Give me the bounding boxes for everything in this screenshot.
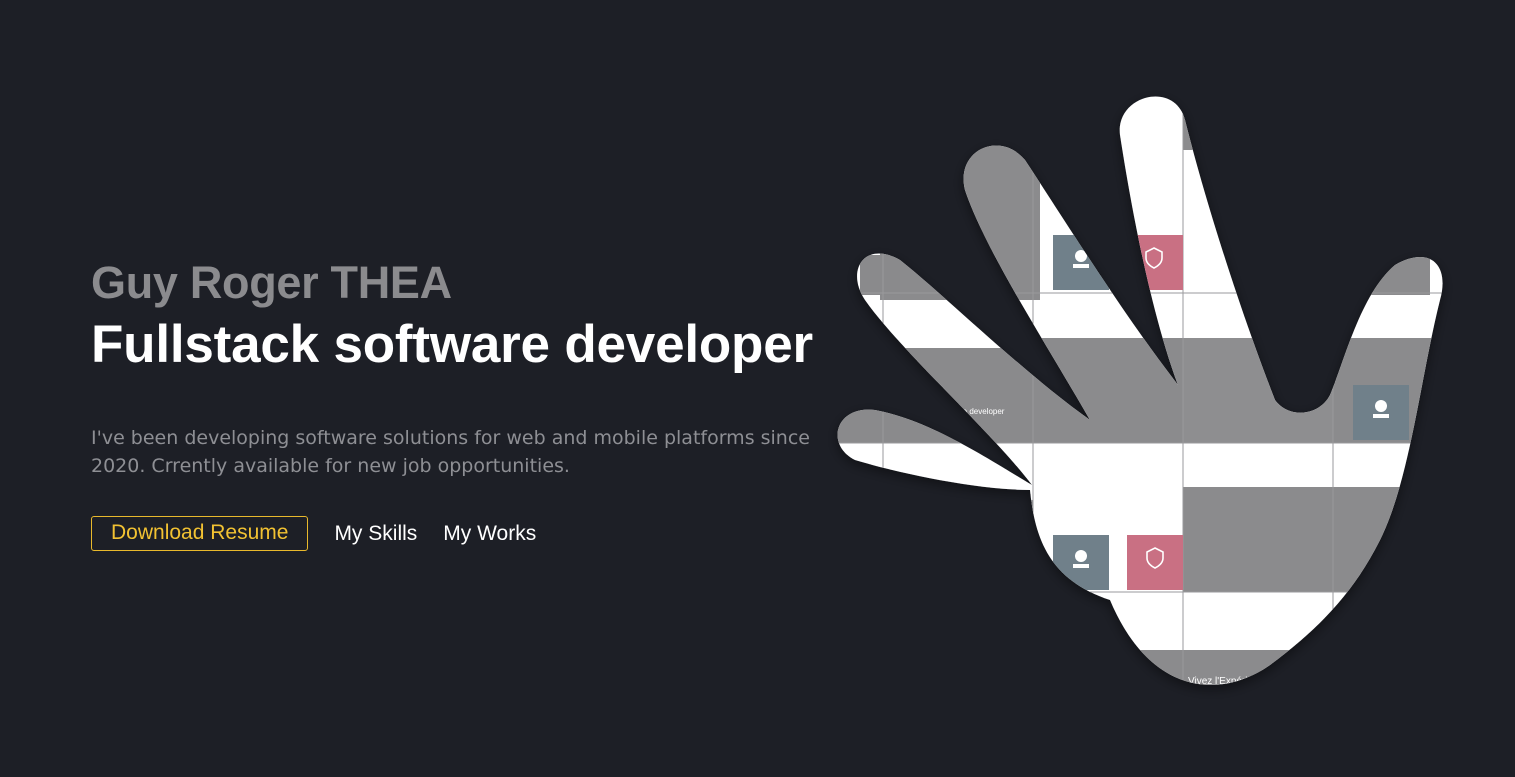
collage-snippet-dev: re developer (960, 407, 1005, 416)
collage-snippet-promo: Vivez l'Expérie… (1188, 676, 1263, 687)
hand-collage: re developer Vivez l'Expérie… (820, 80, 1470, 720)
my-works-link[interactable]: My Works (443, 522, 536, 546)
developer-bio: I've been developing software solutions … (91, 427, 810, 477)
hero-section: Guy Roger THEA Fullstack software develo… (0, 0, 1515, 777)
hero-actions: Download Resume My Skills My Works (91, 516, 831, 551)
developer-role: Fullstack software developer (91, 315, 813, 374)
developer-name: Guy Roger THEA (91, 257, 452, 308)
my-skills-link[interactable]: My Skills (334, 522, 417, 546)
hero-intro: Guy Roger THEA Fullstack software develo… (91, 254, 831, 551)
waving-hand-illustration: re developer Vivez l'Expérie… (837, 96, 1443, 687)
download-resume-button[interactable]: Download Resume (91, 516, 309, 551)
